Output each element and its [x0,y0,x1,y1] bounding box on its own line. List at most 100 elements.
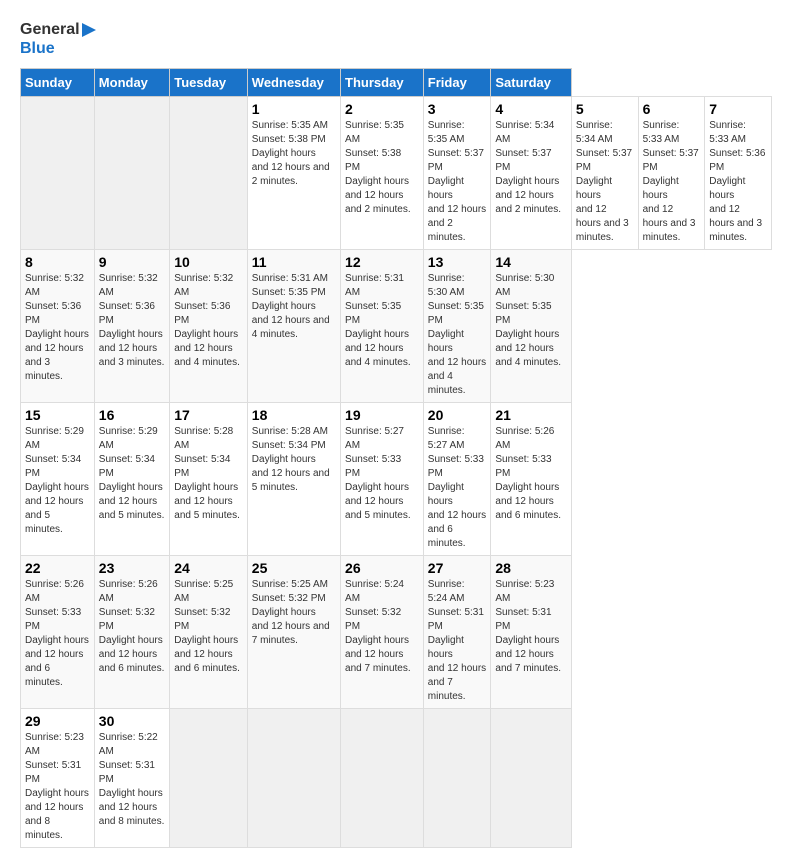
calendar-cell: 26 Sunrise: 5:24 AM Sunset: 5:32 PM Dayl… [341,556,424,709]
day-number: 19 [345,407,419,423]
day-number: 18 [252,407,336,423]
calendar-cell [491,709,572,848]
calendar-body: 1 Sunrise: 5:35 AM Sunset: 5:38 PM Dayli… [21,97,772,848]
calendar-week-row: 1 Sunrise: 5:35 AM Sunset: 5:38 PM Dayli… [21,97,772,250]
day-info: Sunrise: 5:28 AM Sunset: 5:34 PM Dayligh… [252,425,336,495]
day-info: Sunrise: 5:24 AM Sunset: 5:31 PM Dayligh… [428,578,487,704]
calendar-week-row: 15 Sunrise: 5:29 AM Sunset: 5:34 PM Dayl… [21,403,772,556]
day-info: Sunrise: 5:31 AM Sunset: 5:35 PM Dayligh… [252,272,336,342]
day-info: Sunrise: 5:26 AM Sunset: 5:33 PM Dayligh… [25,578,90,690]
day-number: 1 [252,101,336,117]
calendar-cell: 28 Sunrise: 5:23 AM Sunset: 5:31 PM Dayl… [491,556,572,709]
calendar-cell [21,97,95,250]
day-info: Sunrise: 5:22 AM Sunset: 5:31 PM Dayligh… [99,731,165,829]
day-number: 7 [709,101,767,117]
day-number: 26 [345,560,419,576]
day-number: 25 [252,560,336,576]
day-info: Sunrise: 5:32 AM Sunset: 5:36 PM Dayligh… [174,272,243,370]
day-info: Sunrise: 5:25 AM Sunset: 5:32 PM Dayligh… [174,578,243,676]
day-number: 11 [252,254,336,270]
day-info: Sunrise: 5:26 AM Sunset: 5:33 PM Dayligh… [495,425,567,523]
day-info: Sunrise: 5:24 AM Sunset: 5:32 PM Dayligh… [345,578,419,676]
calendar-week-row: 22 Sunrise: 5:26 AM Sunset: 5:33 PM Dayl… [21,556,772,709]
calendar-cell: 21 Sunrise: 5:26 AM Sunset: 5:33 PM Dayl… [491,403,572,556]
calendar-cell: 27 Sunrise: 5:24 AM Sunset: 5:31 PM Dayl… [423,556,491,709]
day-info: Sunrise: 5:23 AM Sunset: 5:31 PM Dayligh… [25,731,90,843]
logo: General Blue [20,20,98,58]
weekday-header-cell: Tuesday [170,69,248,97]
day-info: Sunrise: 5:29 AM Sunset: 5:34 PM Dayligh… [25,425,90,537]
day-info: Sunrise: 5:30 AM Sunset: 5:35 PM Dayligh… [495,272,567,370]
calendar-cell: 6 Sunrise: 5:33 AM Sunset: 5:37 PM Dayli… [638,97,705,250]
day-number: 27 [428,560,487,576]
calendar-cell: 14 Sunrise: 5:30 AM Sunset: 5:35 PM Dayl… [491,250,572,403]
calendar-week-row: 29 Sunrise: 5:23 AM Sunset: 5:31 PM Dayl… [21,709,772,848]
day-number: 29 [25,713,90,729]
calendar-cell: 4 Sunrise: 5:34 AM Sunset: 5:37 PM Dayli… [491,97,572,250]
day-info: Sunrise: 5:31 AM Sunset: 5:35 PM Dayligh… [345,272,419,370]
calendar-cell: 11 Sunrise: 5:31 AM Sunset: 5:35 PM Dayl… [247,250,340,403]
calendar-cell: 22 Sunrise: 5:26 AM Sunset: 5:33 PM Dayl… [21,556,95,709]
day-info: Sunrise: 5:35 AM Sunset: 5:38 PM Dayligh… [345,119,419,217]
day-number: 10 [174,254,243,270]
calendar-cell: 9 Sunrise: 5:32 AM Sunset: 5:36 PM Dayli… [94,250,169,403]
calendar-cell: 16 Sunrise: 5:29 AM Sunset: 5:34 PM Dayl… [94,403,169,556]
weekday-header-cell: Sunday [21,69,95,97]
day-number: 2 [345,101,419,117]
day-number: 12 [345,254,419,270]
day-number: 5 [576,101,634,117]
day-info: Sunrise: 5:26 AM Sunset: 5:32 PM Dayligh… [99,578,165,676]
day-number: 15 [25,407,90,423]
calendar-cell [341,709,424,848]
calendar-cell: 20 Sunrise: 5:27 AM Sunset: 5:33 PM Dayl… [423,403,491,556]
day-info: Sunrise: 5:29 AM Sunset: 5:34 PM Dayligh… [99,425,165,523]
calendar-cell: 8 Sunrise: 5:32 AM Sunset: 5:36 PM Dayli… [21,250,95,403]
calendar-cell [170,97,248,250]
day-number: 17 [174,407,243,423]
day-number: 22 [25,560,90,576]
calendar-cell: 23 Sunrise: 5:26 AM Sunset: 5:32 PM Dayl… [94,556,169,709]
weekday-header-cell: Saturday [491,69,572,97]
calendar-cell: 19 Sunrise: 5:27 AM Sunset: 5:33 PM Dayl… [341,403,424,556]
calendar-cell [170,709,248,848]
day-info: Sunrise: 5:35 AM Sunset: 5:38 PM Dayligh… [252,119,336,189]
calendar-week-row: 8 Sunrise: 5:32 AM Sunset: 5:36 PM Dayli… [21,250,772,403]
calendar-cell: 18 Sunrise: 5:28 AM Sunset: 5:34 PM Dayl… [247,403,340,556]
calendar-cell [423,709,491,848]
day-info: Sunrise: 5:27 AM Sunset: 5:33 PM Dayligh… [428,425,487,551]
calendar-cell [247,709,340,848]
day-info: Sunrise: 5:33 AM Sunset: 5:37 PM Dayligh… [643,119,701,245]
calendar-cell [94,97,169,250]
weekday-header-cell: Wednesday [247,69,340,97]
day-number: 9 [99,254,165,270]
day-info: Sunrise: 5:32 AM Sunset: 5:36 PM Dayligh… [25,272,90,384]
day-number: 13 [428,254,487,270]
day-number: 23 [99,560,165,576]
calendar-cell: 3 Sunrise: 5:35 AM Sunset: 5:37 PM Dayli… [423,97,491,250]
calendar-cell: 7 Sunrise: 5:33 AM Sunset: 5:36 PM Dayli… [705,97,772,250]
day-number: 6 [643,101,701,117]
day-info: Sunrise: 5:25 AM Sunset: 5:32 PM Dayligh… [252,578,336,648]
day-info: Sunrise: 5:32 AM Sunset: 5:36 PM Dayligh… [99,272,165,370]
logo-text: General Blue [20,20,98,58]
day-info: Sunrise: 5:23 AM Sunset: 5:31 PM Dayligh… [495,578,567,676]
weekday-header-cell: Friday [423,69,491,97]
day-number: 24 [174,560,243,576]
day-number: 14 [495,254,567,270]
day-number: 8 [25,254,90,270]
calendar-cell: 10 Sunrise: 5:32 AM Sunset: 5:36 PM Dayl… [170,250,248,403]
calendar-cell: 29 Sunrise: 5:23 AM Sunset: 5:31 PM Dayl… [21,709,95,848]
calendar-cell: 25 Sunrise: 5:25 AM Sunset: 5:32 PM Dayl… [247,556,340,709]
day-number: 16 [99,407,165,423]
weekday-header-cell: Monday [94,69,169,97]
day-number: 30 [99,713,165,729]
day-info: Sunrise: 5:35 AM Sunset: 5:37 PM Dayligh… [428,119,487,245]
calendar-cell: 2 Sunrise: 5:35 AM Sunset: 5:38 PM Dayli… [341,97,424,250]
calendar-cell: 24 Sunrise: 5:25 AM Sunset: 5:32 PM Dayl… [170,556,248,709]
calendar-cell: 15 Sunrise: 5:29 AM Sunset: 5:34 PM Dayl… [21,403,95,556]
calendar-cell: 13 Sunrise: 5:30 AM Sunset: 5:35 PM Dayl… [423,250,491,403]
day-number: 4 [495,101,567,117]
weekday-header-row: SundayMondayTuesdayWednesdayThursdayFrid… [21,69,772,97]
day-number: 20 [428,407,487,423]
day-number: 28 [495,560,567,576]
